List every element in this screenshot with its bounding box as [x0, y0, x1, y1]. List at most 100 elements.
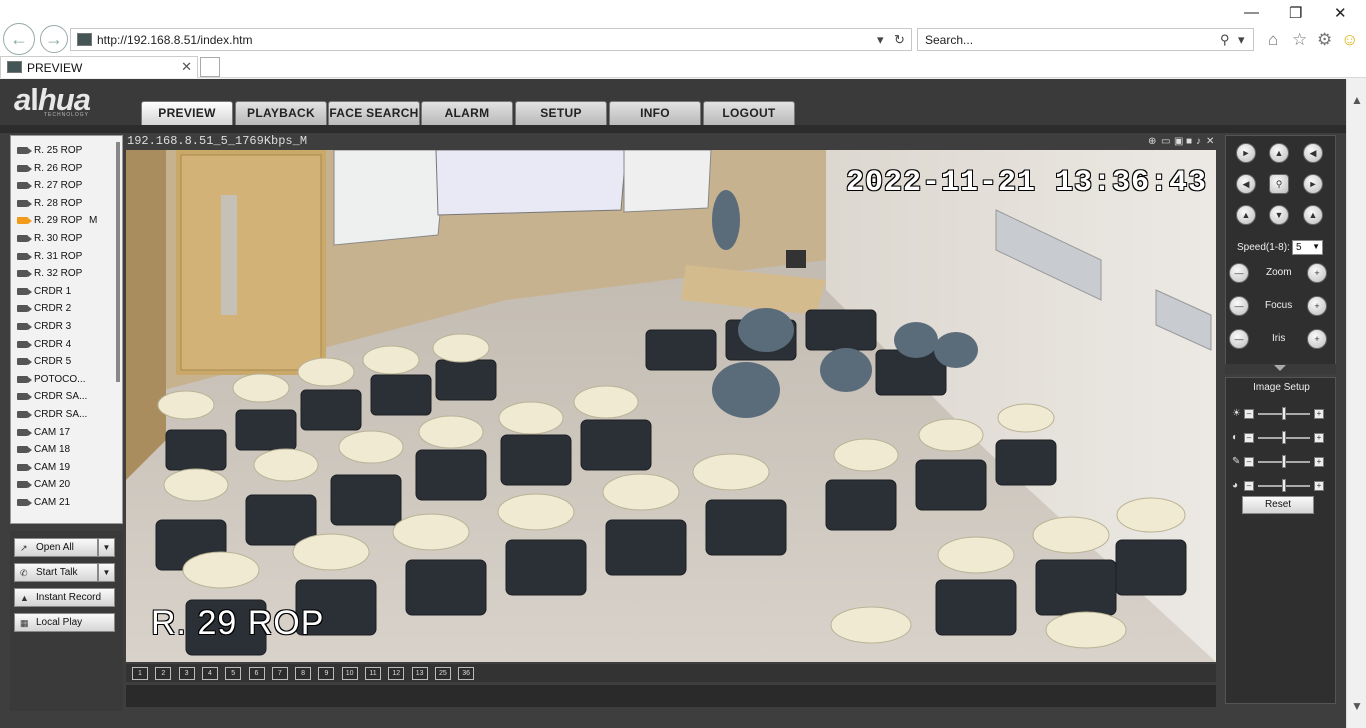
camera-item[interactable]: CRDR 2	[15, 300, 115, 317]
ptz-center-button[interactable]: ⚲	[1269, 174, 1289, 194]
zoom-minus-button[interactable]: —	[1229, 263, 1249, 283]
ptz-up-button[interactable]: ▲	[1269, 143, 1289, 163]
layout-button[interactable]: 11	[365, 667, 381, 680]
reset-button[interactable]: Reset	[1242, 496, 1314, 514]
layout-button[interactable]: 36	[458, 667, 475, 680]
tab-logout[interactable]: LOGOUT	[703, 101, 795, 125]
camera-item[interactable]: CRDR 1	[15, 283, 115, 300]
zoom-plus-button[interactable]: +	[1307, 263, 1327, 283]
instant-record-button[interactable]: ▲ Instant Record	[14, 588, 115, 607]
page-scrollbar[interactable]: ▲ ▼	[1346, 79, 1366, 728]
camera-item[interactable]: R. 25 ROP	[15, 142, 115, 159]
hue-plus-button[interactable]: +	[1314, 481, 1324, 491]
camera-item[interactable]: R. 31 ROP	[15, 248, 115, 265]
start-talk-dropdown-button[interactable]: ▼	[98, 563, 115, 582]
focus-minus-button[interactable]: —	[1229, 296, 1249, 316]
tab-face-search[interactable]: FACE SEARCH	[328, 101, 420, 125]
ptz-down-left-button[interactable]: ▲	[1236, 205, 1256, 225]
contrast-slider-knob[interactable]	[1282, 431, 1286, 444]
layout-button[interactable]: 10	[341, 667, 358, 680]
layout-button[interactable]: 6	[248, 667, 265, 680]
close-window-icon[interactable]: ✕	[1334, 4, 1347, 22]
camera-item[interactable]: CAM 19	[15, 459, 115, 476]
open-all-button[interactable]: ↗ Open All	[14, 538, 98, 557]
speed-select[interactable]: 5 ▼	[1292, 240, 1323, 255]
home-icon[interactable]: ⌂	[1268, 30, 1278, 50]
window-icon[interactable]: ▭	[1161, 136, 1170, 147]
layout-button[interactable]: 3	[178, 667, 195, 680]
saturation-plus-button[interactable]: +	[1314, 457, 1324, 467]
camera-item[interactable]: CAM 21	[15, 494, 115, 511]
layout-button[interactable]: 9	[318, 667, 335, 680]
camera-item[interactable]: R. 32 ROP	[15, 265, 115, 282]
smiley-feedback-icon[interactable]: ☺	[1341, 30, 1358, 50]
scroll-up-icon[interactable]: ▲	[1351, 93, 1363, 107]
focus-plus-button[interactable]: +	[1307, 296, 1327, 316]
ptz-up-right-button[interactable]: ◀	[1303, 143, 1323, 163]
layout-button[interactable]: 12	[388, 667, 405, 680]
ptz-up-left-button[interactable]: ►	[1236, 143, 1256, 163]
minimize-icon[interactable]: —	[1244, 4, 1259, 21]
camera-item[interactable]: CAM 17	[15, 424, 115, 441]
search-icon[interactable]: ⚲	[1220, 32, 1230, 48]
tab-alarm[interactable]: ALARM	[421, 101, 513, 125]
camera-item[interactable]: POTOCO...	[15, 371, 115, 388]
contrast-plus-button[interactable]: +	[1314, 433, 1324, 443]
audio-icon[interactable]: ♪	[1196, 136, 1201, 147]
close-video-icon[interactable]: ✕	[1206, 136, 1214, 147]
record-icon[interactable]: ■	[1186, 136, 1192, 147]
ptz-left-button[interactable]: ◀	[1236, 174, 1256, 194]
ptz-down-button[interactable]: ▼	[1269, 205, 1289, 225]
iris-minus-button[interactable]: —	[1229, 329, 1249, 349]
video-feed[interactable]: 2022-11-21 13:36:43 R. 29 ROP	[126, 150, 1216, 662]
snapshot-icon[interactable]: ▣	[1174, 136, 1183, 147]
camera-item[interactable]: CRDR 4	[15, 336, 115, 353]
layout-button[interactable]: 25	[434, 667, 451, 680]
ptz-right-button[interactable]: ►	[1303, 174, 1323, 194]
tab-preview[interactable]: PREVIEW	[141, 101, 233, 125]
camera-item[interactable]: CRDR 3	[15, 318, 115, 335]
back-button[interactable]: ←	[3, 23, 35, 55]
camera-item[interactable]: R. 27 ROP	[15, 177, 115, 194]
layout-button[interactable]: 2	[155, 667, 172, 680]
ptz-down-right-button[interactable]: ▲	[1303, 205, 1323, 225]
saturation-slider-knob[interactable]	[1282, 455, 1286, 468]
new-tab-button[interactable]	[200, 57, 220, 77]
camera-item[interactable]: R. 28 ROP	[15, 195, 115, 212]
camera-item[interactable]: R. 29 ROP M	[15, 212, 115, 229]
close-tab-icon[interactable]: ✕	[181, 59, 192, 75]
browser-tab[interactable]: PREVIEW ✕	[0, 56, 198, 78]
contrast-minus-button[interactable]: –	[1244, 433, 1254, 443]
layout-button[interactable]: 1	[132, 667, 148, 680]
ptz-collapse-toggle[interactable]	[1225, 364, 1336, 374]
brightness-slider-knob[interactable]	[1282, 407, 1286, 420]
search-input[interactable]: Search... ⚲ ▾	[917, 28, 1254, 51]
camera-item[interactable]: CAM 20	[15, 476, 115, 493]
camera-item[interactable]: CAM 18	[15, 441, 115, 458]
hue-minus-button[interactable]: –	[1244, 481, 1254, 491]
camera-list-scrollbar[interactable]	[116, 142, 120, 382]
layout-button[interactable]: 8	[295, 667, 312, 680]
camera-item[interactable]: R. 26 ROP	[15, 160, 115, 177]
search-dropdown-icon[interactable]: ▾	[1238, 32, 1245, 48]
scroll-down-icon[interactable]: ▼	[1351, 699, 1363, 713]
favorites-star-icon[interactable]: ☆	[1292, 30, 1307, 50]
layout-button[interactable]: 4	[201, 667, 218, 680]
local-play-button[interactable]: ▦ Local Play	[14, 613, 115, 632]
camera-item[interactable]: CRDR SA...	[15, 406, 115, 423]
open-all-dropdown-button[interactable]: ▼	[98, 538, 115, 557]
brightness-plus-button[interactable]: +	[1314, 409, 1324, 419]
layout-button[interactable]: 5	[225, 667, 242, 680]
iris-plus-button[interactable]: +	[1307, 329, 1327, 349]
saturation-minus-button[interactable]: –	[1244, 457, 1254, 467]
camera-item[interactable]: CRDR 5	[15, 353, 115, 370]
start-talk-button[interactable]: ✆ Start Talk	[14, 563, 98, 582]
refresh-icon[interactable]: ↻	[894, 32, 905, 48]
address-bar[interactable]: http://192.168.8.51/index.htm ▾ ↻	[70, 28, 912, 51]
hue-slider-knob[interactable]	[1282, 479, 1286, 492]
tab-setup[interactable]: SETUP	[515, 101, 607, 125]
tab-info[interactable]: INFO	[609, 101, 701, 125]
settings-gear-icon[interactable]: ⚙	[1317, 30, 1332, 50]
restore-icon[interactable]: ❐	[1289, 4, 1302, 22]
layout-button[interactable]: 7	[271, 667, 288, 680]
